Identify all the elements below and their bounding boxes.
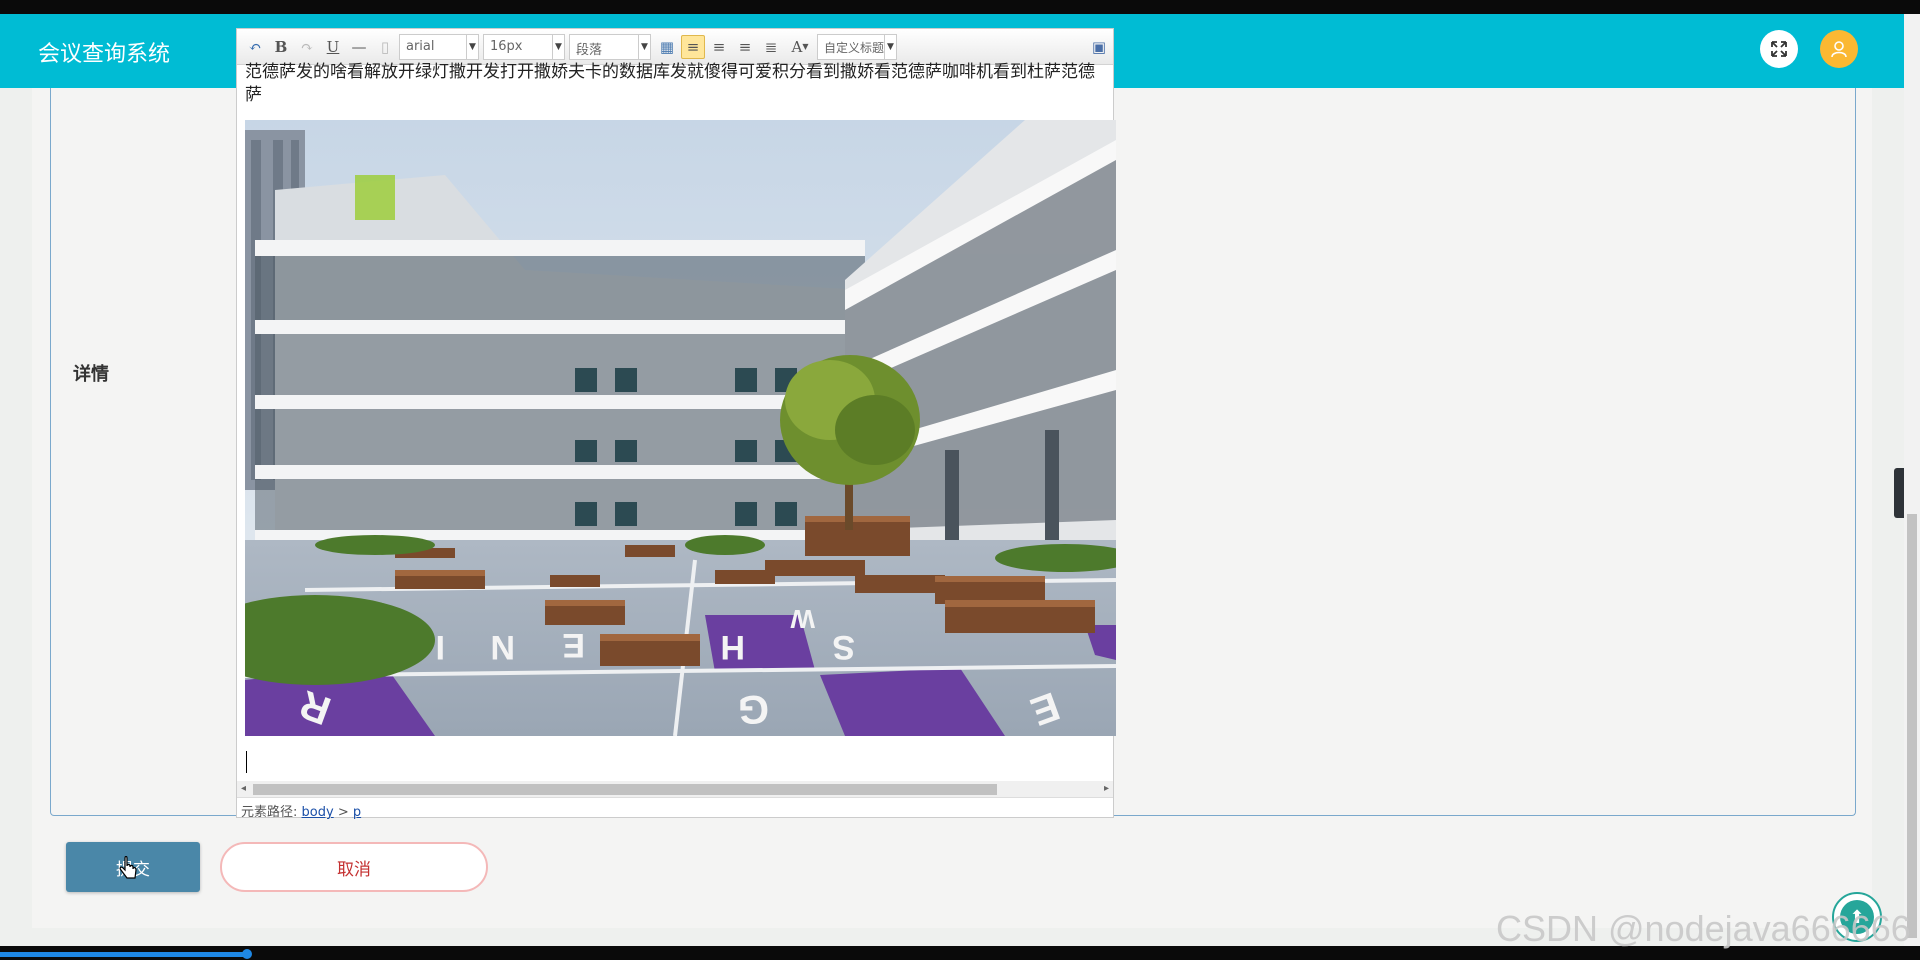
- paste-icon[interactable]: ▯: [373, 35, 397, 59]
- svg-text:S: S: [832, 628, 855, 666]
- video-progress[interactable]: [0, 952, 248, 957]
- fullscreen-button[interactable]: [1760, 30, 1798, 68]
- path-body-link[interactable]: body: [302, 805, 334, 820]
- paragraph-select[interactable]: 段落 ▼: [569, 33, 651, 60]
- rich-text-editor[interactable]: ↶ B ↷ U — ▯ arial ▼ 16px ▼ 段落 ▼ ▦ ≡ ≡ ≡ ≣ A…: [236, 28, 1116, 820]
- editor-horizontal-scrollbar[interactable]: ◂ ▸: [237, 781, 1113, 797]
- svg-text:H: H: [720, 628, 745, 666]
- redo-icon[interactable]: ↷: [295, 35, 319, 59]
- font-family-select[interactable]: arial ▼: [399, 33, 479, 60]
- cancel-button[interactable]: 取消: [220, 842, 488, 892]
- bold-icon[interactable]: B: [269, 35, 293, 59]
- font-color-icon[interactable]: A ▼: [785, 35, 815, 59]
- svg-text:N: N: [490, 628, 515, 666]
- watermark: CSDN @nodejava666666: [1496, 908, 1911, 949]
- editor-text[interactable]: 范德萨发的啥看解放开绿灯撒开发打开撒娇夫卡的数据库发就傻得可爱积分看到撒娇看范德…: [245, 61, 1111, 107]
- font-size-value: 16px: [490, 38, 523, 54]
- detail-label: 详情: [73, 364, 109, 385]
- svg-text:E: E: [562, 626, 585, 664]
- svg-text:I: I: [436, 628, 445, 666]
- page-scrollbar[interactable]: [1904, 14, 1920, 946]
- font-family-value: arial: [406, 38, 435, 54]
- underline-icon[interactable]: U: [321, 35, 345, 59]
- custom-title-select[interactable]: 自定义标题 ▼: [817, 33, 897, 60]
- building-photo: I N E E H S W G R E: [245, 120, 1116, 736]
- custom-title-value: 自定义标题: [824, 40, 885, 55]
- element-path: 元素路径: body > p: [237, 797, 1113, 820]
- hand-cursor-icon: [119, 855, 139, 886]
- svg-text:G: G: [738, 687, 769, 731]
- table-icon[interactable]: ▦: [655, 35, 679, 59]
- fullscreen-icon: [1771, 41, 1787, 57]
- path-separator: >: [337, 805, 349, 820]
- paragraph-value: 段落: [576, 42, 603, 58]
- align-justify-icon[interactable]: ≣: [759, 35, 783, 59]
- scroll-right-icon[interactable]: ▸: [1104, 783, 1109, 794]
- scroll-left-icon[interactable]: ◂: [241, 783, 246, 794]
- side-panel-toggle[interactable]: ‹: [1894, 468, 1904, 518]
- font-size-select[interactable]: 16px ▼: [483, 33, 565, 60]
- path-p-link[interactable]: p: [353, 805, 361, 820]
- page-scrollbar-thumb[interactable]: [1907, 514, 1917, 938]
- user-avatar-button[interactable]: [1820, 30, 1858, 68]
- horizontal-rule-icon[interactable]: —: [347, 35, 371, 59]
- svg-text:W: W: [790, 604, 815, 634]
- screen-top-bar: [0, 0, 1920, 14]
- element-path-label: 元素路径:: [241, 805, 298, 820]
- align-left-icon[interactable]: ≡: [681, 34, 705, 59]
- preview-icon[interactable]: ▣: [1087, 35, 1111, 59]
- video-progress-handle[interactable]: [242, 949, 252, 959]
- undo-icon[interactable]: ↶: [243, 35, 267, 59]
- user-icon: [1831, 41, 1847, 58]
- scrollbar-thumb[interactable]: [253, 784, 997, 795]
- align-center-icon[interactable]: ≡: [733, 35, 757, 59]
- editor-toolbar: ↶ B ↷ U — ▯ arial ▼ 16px ▼ 段落 ▼ ▦ ≡ ≡ ≡ ≣ A…: [237, 29, 1113, 65]
- app-title: 会议查询系统: [38, 42, 171, 67]
- text-caret: [246, 751, 247, 773]
- align-right-icon[interactable]: ≡: [707, 35, 731, 59]
- page: 会议查询系统 详情 提交 取消 ↶ B ↷ U — ▯ arial▼: [0, 14, 1904, 946]
